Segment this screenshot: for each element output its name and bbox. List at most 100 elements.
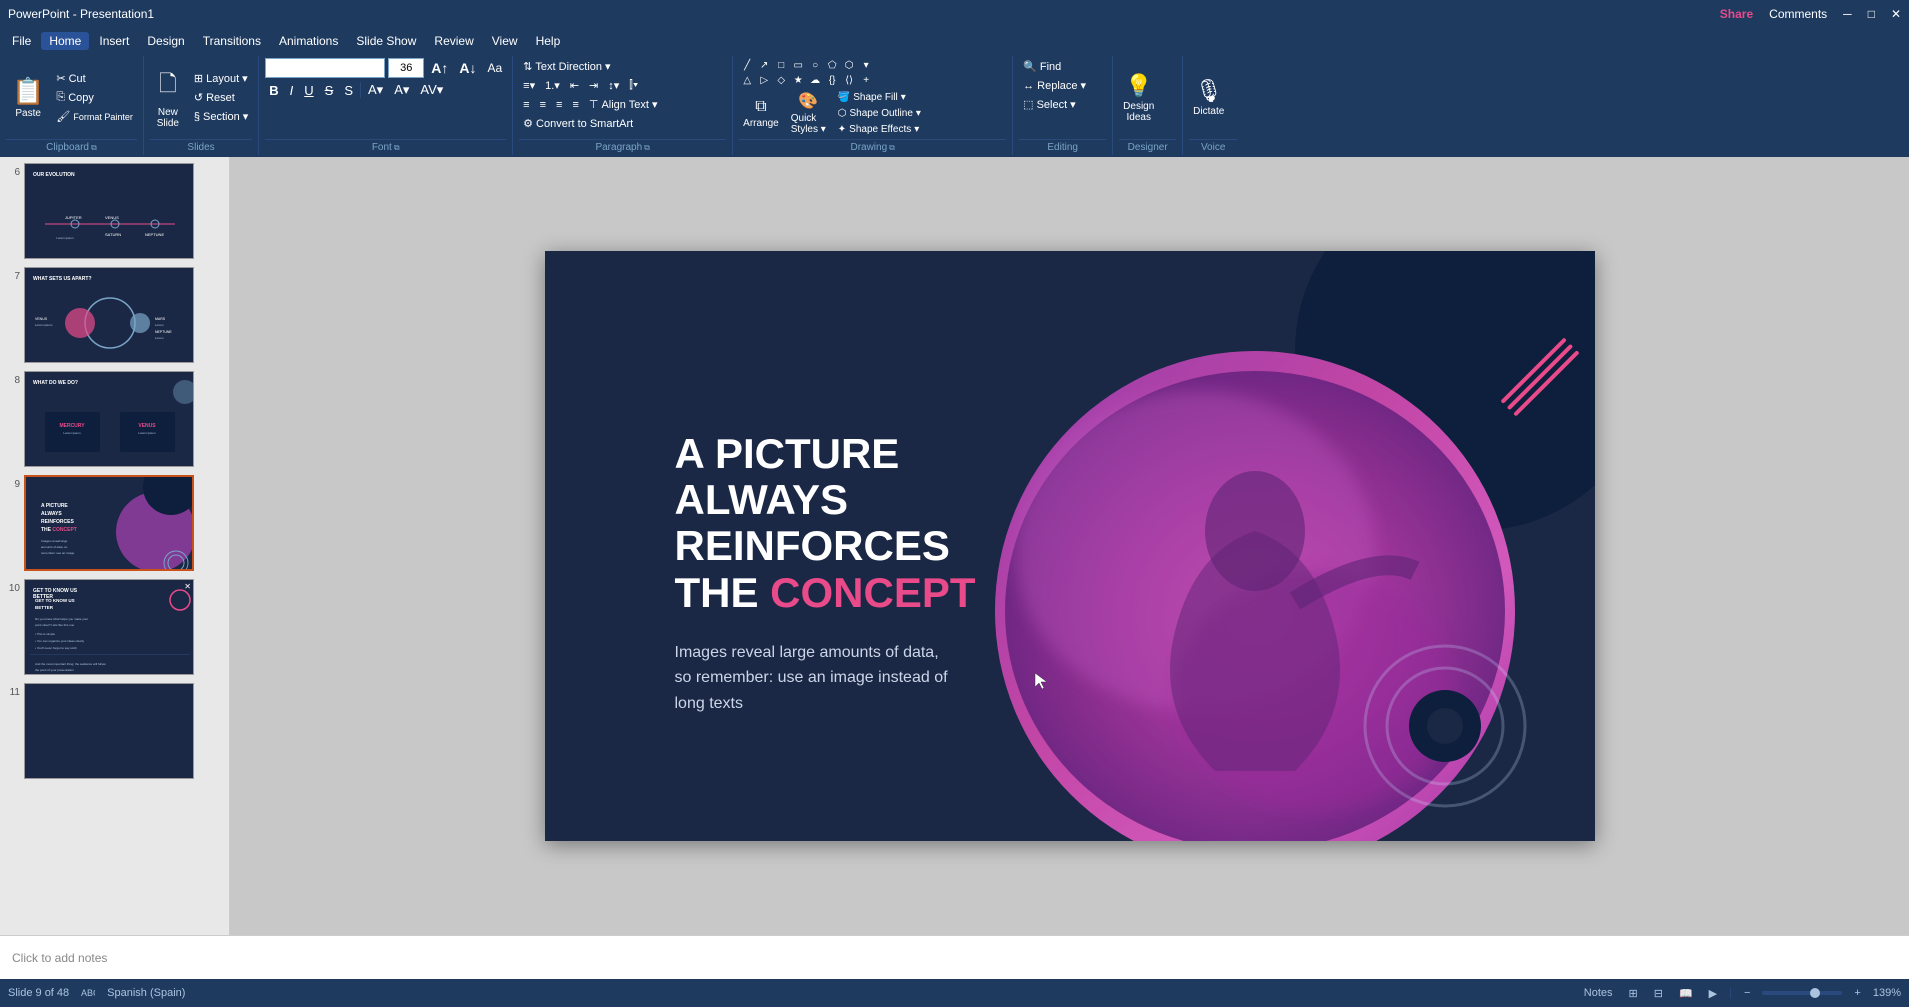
reset-button[interactable]: ↺ Reset — [190, 89, 252, 106]
copy-button[interactable]: ⎘Copy — [52, 89, 137, 106]
slide-thumb-9[interactable]: 9 A PICTURE ALWAYS REINFORCES THE CONCEP… — [4, 473, 225, 573]
normal-view-button[interactable]: ⊞ — [1625, 986, 1642, 1001]
shape-effects-button[interactable]: ✦ Shape Effects ▾ — [834, 122, 925, 137]
minimize-button[interactable]: ─ — [1843, 7, 1852, 21]
shape-oval[interactable]: ○ — [807, 58, 823, 72]
font-expand[interactable]: ⧉ — [394, 143, 400, 153]
zoom-level[interactable]: 139% — [1873, 987, 1901, 999]
replace-button[interactable]: ↔ Replace ▾ — [1019, 77, 1090, 94]
menu-transitions[interactable]: Transitions — [195, 32, 269, 50]
section-button[interactable]: § Section ▾ — [190, 108, 252, 125]
menu-view[interactable]: View — [484, 32, 526, 50]
increase-indent-button[interactable]: ⇥ — [585, 77, 602, 94]
align-text-button[interactable]: ⊤ Align Text ▾ — [585, 96, 662, 113]
shape-plus[interactable]: + — [858, 73, 874, 87]
shape-more[interactable]: ▾ — [858, 58, 874, 72]
align-left-button[interactable]: ≡ — [519, 97, 533, 113]
clipboard-expand[interactable]: ⧉ — [91, 143, 97, 153]
menu-insert[interactable]: Insert — [91, 32, 137, 50]
quick-styles-button[interactable]: 🎨 QuickStyles ▾ — [787, 89, 830, 137]
menu-review[interactable]: Review — [426, 32, 481, 50]
shape-pentagon[interactable]: ⬠ — [824, 58, 840, 72]
paragraph-expand[interactable]: ⧉ — [644, 143, 650, 153]
paste-icon: 📋 — [12, 76, 44, 107]
strikethrough-button[interactable]: S — [321, 81, 338, 100]
layout-button[interactable]: ⊞ Layout ▾ — [190, 70, 252, 87]
slide-canvas[interactable]: A PICTURE ALWAYS REINFORCES THE CONCEPT … — [545, 251, 1595, 841]
menu-slideshow[interactable]: Slide Show — [348, 32, 424, 50]
select-button[interactable]: ⬚ Select ▾ — [1019, 96, 1080, 113]
svg-text:BETTER: BETTER — [35, 605, 54, 610]
slide-thumb-10[interactable]: 10 GET TO KNOW USBETTER GET TO KNOW US B… — [4, 577, 225, 677]
text-direction-button[interactable]: ⇅ Text Direction ▾ — [519, 58, 614, 75]
shape-diamond[interactable]: ◇ — [773, 73, 789, 87]
shape-brace[interactable]: ⟨⟩ — [841, 73, 857, 87]
underline-button[interactable]: U — [300, 81, 317, 100]
zoom-slider[interactable] — [1762, 991, 1842, 995]
slide-thumb-8[interactable]: 8 WHAT DO WE DO? MERCURY VENUS Lorem ips… — [4, 369, 225, 469]
menu-animations[interactable]: Animations — [271, 32, 346, 50]
menu-help[interactable]: Help — [528, 32, 569, 50]
shape-line[interactable]: ╱ — [739, 58, 755, 72]
menu-home[interactable]: Home — [41, 32, 89, 50]
shape-rect2[interactable]: ▭ — [790, 58, 806, 72]
dictate-button[interactable]: 🎙 Dictate — [1189, 76, 1228, 119]
line-spacing-button[interactable]: ↕▾ — [604, 77, 623, 94]
font-family-input[interactable] — [265, 58, 385, 78]
align-center-button[interactable]: ≡ — [536, 97, 550, 113]
format-painter-button[interactable]: 🖌Format Painter — [52, 108, 137, 125]
slide-number-11: 11 — [6, 687, 20, 698]
slide-thumbnail-7: WHAT SETS US APART? VENUS Lorem ipsum MA… — [24, 267, 194, 363]
reading-view-button[interactable]: 📖 — [1675, 986, 1697, 1001]
drawing-expand[interactable]: ⧉ — [889, 143, 895, 153]
shadow-button[interactable]: S — [340, 81, 357, 100]
close-button[interactable]: ✕ — [1891, 7, 1901, 21]
columns-button[interactable]: ⫿▾ — [625, 77, 642, 94]
thumb-svg-9: A PICTURE ALWAYS REINFORCES THE CONCEPT … — [26, 477, 192, 569]
slide-thumb-7[interactable]: 7 WHAT SETS US APART? VENUS Lorem ipsum … — [4, 265, 225, 365]
shape-cloud[interactable]: ☁ — [807, 73, 823, 87]
shape-hexagon[interactable]: ⬡ — [841, 58, 857, 72]
font-size-input[interactable] — [388, 58, 424, 78]
bold-button[interactable]: B — [265, 81, 282, 100]
menu-design[interactable]: Design — [139, 32, 192, 50]
slide-thumb-6[interactable]: 6 OUR EVOLUTION JUPITER VENUS SATURN NEP… — [4, 161, 225, 261]
comments-button[interactable]: Comments — [1769, 7, 1827, 21]
slide-thumb-11[interactable]: 11 — [4, 681, 225, 781]
decrease-indent-button[interactable]: ⇤ — [566, 77, 583, 94]
shape-rect[interactable]: □ — [773, 58, 789, 72]
increase-font-button[interactable]: A↑ — [427, 58, 452, 78]
justify-button[interactable]: ≡ — [568, 97, 582, 113]
paste-button[interactable]: 📋 Paste — [6, 72, 50, 123]
clear-format-button[interactable]: Aa — [483, 59, 506, 77]
convert-smartart-button[interactable]: ⚙ Convert to SmartArt — [519, 115, 637, 132]
slide-close-10[interactable]: ✕ — [184, 582, 191, 591]
design-ideas-button[interactable]: 💡 Design Ideas — [1119, 71, 1158, 125]
shape-arrow[interactable]: ↗ — [756, 58, 772, 72]
numbering-button[interactable]: 1.▾ — [541, 77, 564, 94]
thumb-svg-6: JUPITER VENUS SATURN NEPTUNE Lorem ipsum — [25, 164, 193, 258]
align-right-button[interactable]: ≡ — [552, 97, 566, 113]
italic-button[interactable]: I — [286, 81, 298, 100]
notes-area[interactable]: Click to add notes — [0, 935, 1909, 979]
highlight-button[interactable]: A▾ — [390, 80, 413, 100]
maximize-button[interactable]: □ — [1868, 7, 1875, 21]
slideshow-button[interactable]: ▶ — [1705, 986, 1721, 1001]
find-button[interactable]: 🔍 Find — [1019, 58, 1065, 75]
decrease-font-button[interactable]: A↓ — [455, 58, 480, 78]
slide-sorter-button[interactable]: ⊟ — [1650, 986, 1667, 1001]
font-color-button[interactable]: A▾ — [364, 80, 387, 100]
arrange-button[interactable]: ⧉ Arrange — [739, 96, 783, 131]
shape-bracket[interactable]: {} — [824, 73, 840, 87]
shape-star[interactable]: ★ — [790, 73, 806, 87]
shape-triangle2[interactable]: ▷ — [756, 73, 772, 87]
new-slide-button[interactable]: 🗋 New Slide — [150, 65, 186, 131]
menu-file[interactable]: File — [4, 32, 39, 50]
share-button[interactable]: Share — [1720, 7, 1753, 21]
char-spacing-button[interactable]: AV▾ — [416, 80, 447, 100]
shape-triangle[interactable]: △ — [739, 73, 755, 87]
cut-button[interactable]: ✂Cut — [52, 70, 137, 87]
shape-fill-button[interactable]: 🪣 Shape Fill ▾ — [834, 90, 925, 105]
shape-outline-button[interactable]: ⬡ Shape Outline ▾ — [834, 106, 925, 121]
bullets-button[interactable]: ≡▾ — [519, 77, 539, 94]
